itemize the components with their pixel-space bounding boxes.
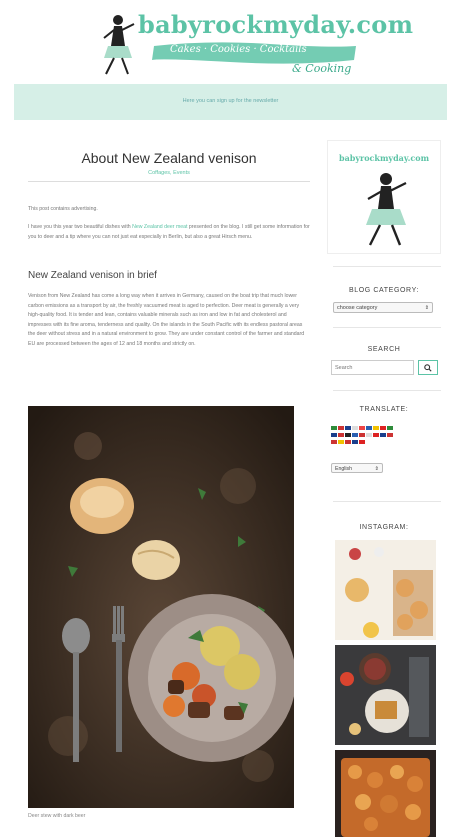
post-content: About New Zealand venison Coffages, Even… [28, 140, 310, 400]
instagram-thumb-cookies[interactable] [335, 540, 436, 640]
advertising-note: This post contains advertising. [28, 206, 98, 212]
instagram-thumb-crumble[interactable] [335, 750, 436, 837]
post-photo-deer-stew [28, 406, 294, 808]
flag-icon[interactable] [359, 433, 365, 437]
flag-icon[interactable] [338, 426, 344, 430]
flag-row [331, 433, 401, 437]
flag-icon[interactable] [331, 433, 337, 437]
site-header: babyrockmyday.com Cakes · Cookies · Cock… [0, 0, 454, 82]
newsletter-text[interactable]: Here you can sign up for the newsletter [14, 98, 447, 104]
flag-icon[interactable] [380, 426, 386, 430]
flag-icon[interactable] [345, 426, 351, 430]
flag-icon[interactable] [373, 433, 379, 437]
flag-icon[interactable] [331, 440, 337, 444]
post-title: About New Zealand venison [81, 150, 257, 166]
instagram-heading: INSTAGRAM: [359, 524, 409, 531]
sidebar-logo-widget[interactable]: babyrockmyday.com [327, 140, 441, 254]
section-heading: New Zealand venison in brief [28, 270, 157, 281]
intro-paragraph: I have you this year two beautiful dishe… [28, 223, 310, 242]
body-paragraph: Venison from New Zealand has come a long… [28, 293, 305, 347]
photo-caption: Deer stew with dark beer [28, 813, 86, 819]
flag-row [331, 440, 401, 444]
flag-icon[interactable] [366, 426, 372, 430]
title-divider [28, 181, 310, 182]
category-select-value: choose category [337, 305, 378, 311]
search-button[interactable] [418, 360, 438, 375]
instagram-image [335, 540, 436, 640]
flag-icon[interactable] [338, 433, 344, 437]
logo-lady-illustration [103, 15, 135, 75]
flag-icon[interactable] [345, 433, 351, 437]
instagram-thumb-waffles[interactable] [335, 645, 436, 745]
category-select[interactable]: choose category ⇕ [333, 302, 433, 313]
flag-icon[interactable] [387, 433, 393, 437]
language-select-value: English [335, 466, 353, 472]
flag-icon[interactable] [359, 440, 365, 444]
sidebar-divider [333, 501, 441, 502]
sidebar-logo-text: babyrockmyday.com [338, 153, 430, 163]
flag-icon[interactable] [387, 426, 393, 430]
food-photo-illustration [28, 406, 294, 808]
flag-icon[interactable] [338, 440, 344, 444]
sidebar-divider [333, 266, 441, 267]
flag-icon[interactable] [331, 426, 337, 430]
sidebar-divider [333, 327, 441, 328]
newsletter-banner[interactable]: Here you can sign up for the newsletter [14, 84, 447, 120]
language-flags[interactable] [331, 426, 401, 447]
language-select[interactable]: English ⇕ [331, 463, 383, 473]
venison-link[interactable]: New Zealand deer meat [132, 224, 187, 230]
flag-icon[interactable] [366, 433, 372, 437]
site-logo-link[interactable]: babyrockmyday.com [138, 10, 413, 39]
flag-icon[interactable] [359, 426, 365, 430]
translate-heading: TRANSLATE: [359, 406, 409, 413]
flag-icon[interactable] [345, 440, 351, 444]
flag-icon[interactable] [380, 433, 386, 437]
search-heading: SEARCH [367, 346, 401, 353]
instagram-image [335, 645, 436, 745]
instagram-image [335, 750, 436, 837]
search-input[interactable] [331, 360, 414, 375]
sidebar-lady-illustration [366, 173, 407, 246]
category-heading: BLOG CATEGORY: [349, 287, 419, 294]
flag-row [331, 426, 401, 430]
intro-prefix: I have you this year two beautiful dishe… [28, 224, 133, 230]
chevron-updown-icon: ⇕ [424, 305, 429, 311]
search-icon [424, 363, 432, 372]
flag-icon[interactable] [352, 433, 358, 437]
site-subtitle-1: Cakes · Cookies · Cocktails [170, 44, 307, 55]
post-categories[interactable]: Coffages, Events [28, 170, 310, 176]
flag-icon[interactable] [352, 426, 358, 430]
chevron-updown-icon: ⇕ [374, 466, 379, 472]
flag-icon[interactable] [373, 426, 379, 430]
flag-icon[interactable] [352, 440, 358, 444]
site-subtitle-2: & Cooking [292, 62, 352, 75]
sidebar-divider [333, 390, 441, 391]
